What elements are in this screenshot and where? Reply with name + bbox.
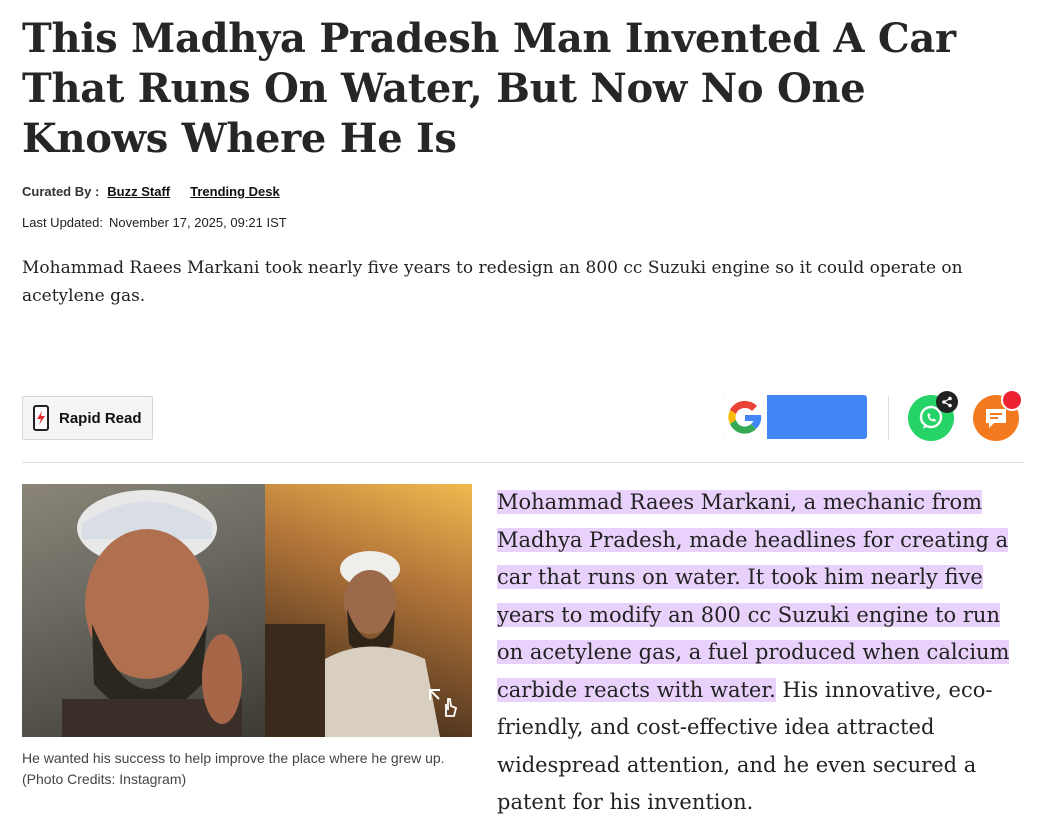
rapid-read-label: Rapid Read bbox=[59, 409, 142, 427]
google-icon bbox=[723, 395, 767, 439]
highlighted-text: Mohammad Raees Markani, a mechanic from … bbox=[497, 490, 1010, 702]
article-body-paragraph: Mohammad Raees Markani, a mechanic from … bbox=[497, 484, 1022, 822]
article-photo[interactable] bbox=[22, 484, 472, 737]
google-preferred-source-button[interactable] bbox=[723, 395, 867, 439]
photo-panel-portrait bbox=[22, 484, 265, 737]
article-headline: This Madhya Pradesh Man Invented A Car T… bbox=[22, 15, 956, 162]
last-updated-value: November 17, 2025, 09:21 IST bbox=[108, 215, 287, 230]
phone-bolt-icon bbox=[33, 405, 49, 431]
rapid-read-button[interactable]: Rapid Read bbox=[22, 396, 153, 440]
notification-dot bbox=[1001, 389, 1023, 411]
share-icon[interactable] bbox=[936, 391, 958, 413]
last-updated: Last Updated: November 17, 2025, 09:21 I… bbox=[22, 215, 287, 230]
photo-caption: He wanted his success to help improve th… bbox=[22, 750, 445, 787]
author-link-buzz-staff[interactable]: Buzz Staff bbox=[107, 184, 170, 199]
curated-by-label: Curated By : bbox=[22, 184, 100, 199]
toolbar-divider bbox=[888, 396, 889, 440]
expand-icon[interactable] bbox=[426, 686, 460, 720]
whatsapp-share-button[interactable] bbox=[908, 391, 958, 441]
curated-by: Curated By : Buzz Staff Trending Desk bbox=[22, 184, 292, 199]
last-updated-label: Last Updated: bbox=[22, 215, 103, 230]
author-link-trending-desk[interactable]: Trending Desk bbox=[190, 184, 280, 199]
section-divider bbox=[22, 462, 1024, 463]
comments-button[interactable] bbox=[973, 389, 1023, 441]
article-summary: Mohammad Raees Markani took nearly five … bbox=[22, 258, 963, 306]
